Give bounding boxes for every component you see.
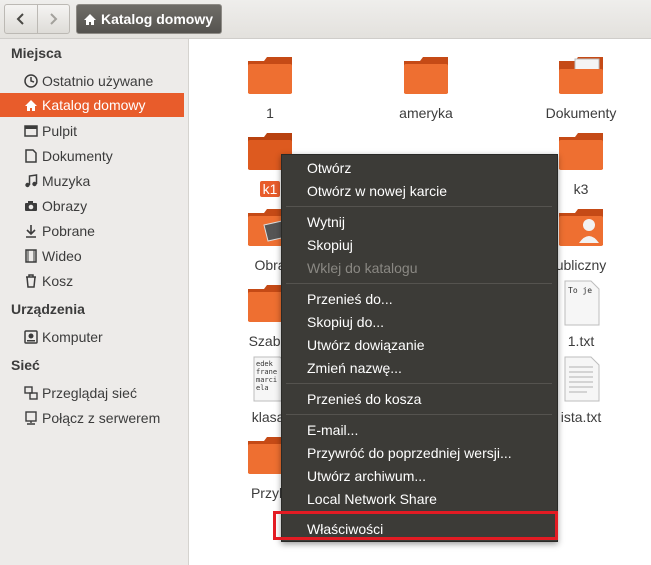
sidebar-item-home[interactable]: Katalog domowy (0, 93, 184, 117)
properties-highlight-box (273, 511, 558, 540)
menu-item-rename[interactable]: Zmień nazwę... (307, 358, 402, 378)
file-item[interactable]: ameryka (371, 51, 481, 121)
menu-item-copy[interactable]: Skopiuj (307, 235, 353, 255)
music-icon (23, 173, 39, 189)
sidebar-item-label: Pulpit (42, 123, 78, 139)
menu-item-cut[interactable]: Wytnij (307, 212, 345, 232)
sidebar-item-label: Dokumenty (42, 148, 113, 164)
navigation-buttons (4, 4, 70, 34)
file-preview-line: marci (256, 376, 277, 384)
camera-icon (23, 198, 39, 214)
sidebar-section-places: Miejsca (11, 45, 62, 61)
menu-item-copy-to[interactable]: Skopiuj do... (307, 312, 384, 332)
path-bar-home-button[interactable]: Katalog domowy (76, 4, 223, 34)
sidebar-section-devices: Urządzenia (11, 301, 85, 317)
menu-item-restore-previous-version[interactable]: Przywróć do poprzedniej wersji... (307, 443, 512, 463)
sidebar-item-browse-network[interactable]: Przeglądaj sieć (0, 381, 184, 405)
menu-item-email[interactable]: E-mail... (307, 420, 358, 440)
download-icon (23, 223, 39, 239)
folder-icon (402, 51, 450, 99)
sidebar-item-label: Połącz z serwerem (42, 410, 161, 426)
sidebar-item-music[interactable]: Muzyka (0, 169, 184, 193)
menu-separator (286, 206, 552, 207)
menu-separator (286, 383, 552, 384)
menu-separator (286, 283, 552, 284)
sidebar-item-label: Muzyka (42, 173, 91, 189)
chevron-left-icon (16, 13, 24, 25)
film-icon (23, 248, 39, 264)
menu-item-make-link[interactable]: Utwórz dowiązanie (307, 335, 425, 355)
text-file-icon: To je (557, 279, 605, 327)
sidebar-item-label: Pobrane (42, 223, 95, 239)
folder-icon (557, 127, 605, 175)
sidebar-item-downloads[interactable]: Pobrane (0, 219, 184, 243)
file-item[interactable]: Dokumenty (526, 51, 636, 121)
menu-separator (286, 414, 552, 415)
menu-item-open[interactable]: Otwórz (307, 158, 351, 178)
home-icon (23, 97, 39, 113)
menu-item-move-to-trash[interactable]: Przenieś do kosza (307, 389, 421, 409)
sidebar-item-desktop[interactable]: Pulpit (0, 119, 184, 143)
home-icon (84, 13, 96, 25)
file-name: 1 (266, 105, 274, 121)
clock-icon (23, 73, 39, 89)
sidebar-item-videos[interactable]: Wideo (0, 244, 184, 268)
sidebar-item-label: Ostatnio używane (42, 73, 154, 89)
forward-button[interactable] (36, 5, 70, 33)
sidebar-item-label: Przeglądaj sieć (42, 385, 137, 401)
sidebar-item-label: Wideo (42, 248, 82, 264)
menu-item-paste-into-folder: Wklej do katalogu (307, 260, 418, 276)
menu-item-move-to[interactable]: Przenieś do... (307, 289, 393, 309)
file-preview-line: edek (256, 360, 274, 368)
chevron-right-icon (50, 13, 58, 25)
sidebar-item-label: Komputer (42, 329, 103, 345)
sidebar-item-label: Kosz (42, 273, 74, 289)
file-preview-line: ela (256, 384, 269, 392)
file-name: k1 (259, 181, 281, 197)
text-file-icon (557, 355, 605, 403)
folder-documents-icon (557, 51, 605, 99)
sidebar-item-documents[interactable]: Dokumenty (0, 144, 184, 168)
sidebar-item-recent[interactable]: Ostatnio używane (0, 69, 184, 93)
back-button[interactable] (5, 5, 37, 33)
sidebar-section-network: Sieć (11, 357, 40, 373)
document-icon (23, 148, 39, 164)
sidebar-item-connect-server[interactable]: Połącz z serwerem (0, 406, 184, 430)
sidebar-item-label: Obrazy (42, 198, 88, 214)
trash-icon (23, 273, 39, 289)
file-preview-text: To je (568, 286, 592, 295)
file-name: Dokumenty (545, 105, 617, 121)
drive-icon (23, 329, 39, 345)
path-bar-label: Katalog domowy (101, 11, 214, 27)
network-icon (23, 385, 39, 401)
file-item[interactable]: 1 (215, 51, 325, 121)
sidebar-item-label: Katalog domowy (42, 97, 146, 113)
sidebar: Miejsca Ostatnio używane Katalog domowy … (0, 39, 189, 565)
sidebar-item-trash[interactable]: Kosz (0, 269, 184, 293)
sidebar-item-pictures[interactable]: Obrazy (0, 194, 184, 218)
file-name: ameryka (399, 105, 453, 121)
server-icon (23, 410, 39, 426)
desktop-folder-icon (23, 123, 39, 139)
menu-item-open-in-new-tab[interactable]: Otwórz w nowej karcie (307, 181, 447, 201)
toolbar: Katalog domowy (0, 0, 651, 39)
folder-icon (246, 51, 294, 99)
folder-public-icon (557, 203, 605, 251)
sidebar-item-computer[interactable]: Komputer (0, 325, 184, 349)
context-menu: Otwórz Otwórz w nowej karcie Wytnij Skop… (281, 154, 558, 542)
file-preview-line: frane (256, 368, 277, 376)
menu-item-create-archive[interactable]: Utwórz archiwum... (307, 466, 426, 486)
menu-item-local-network-share[interactable]: Local Network Share (307, 489, 437, 509)
